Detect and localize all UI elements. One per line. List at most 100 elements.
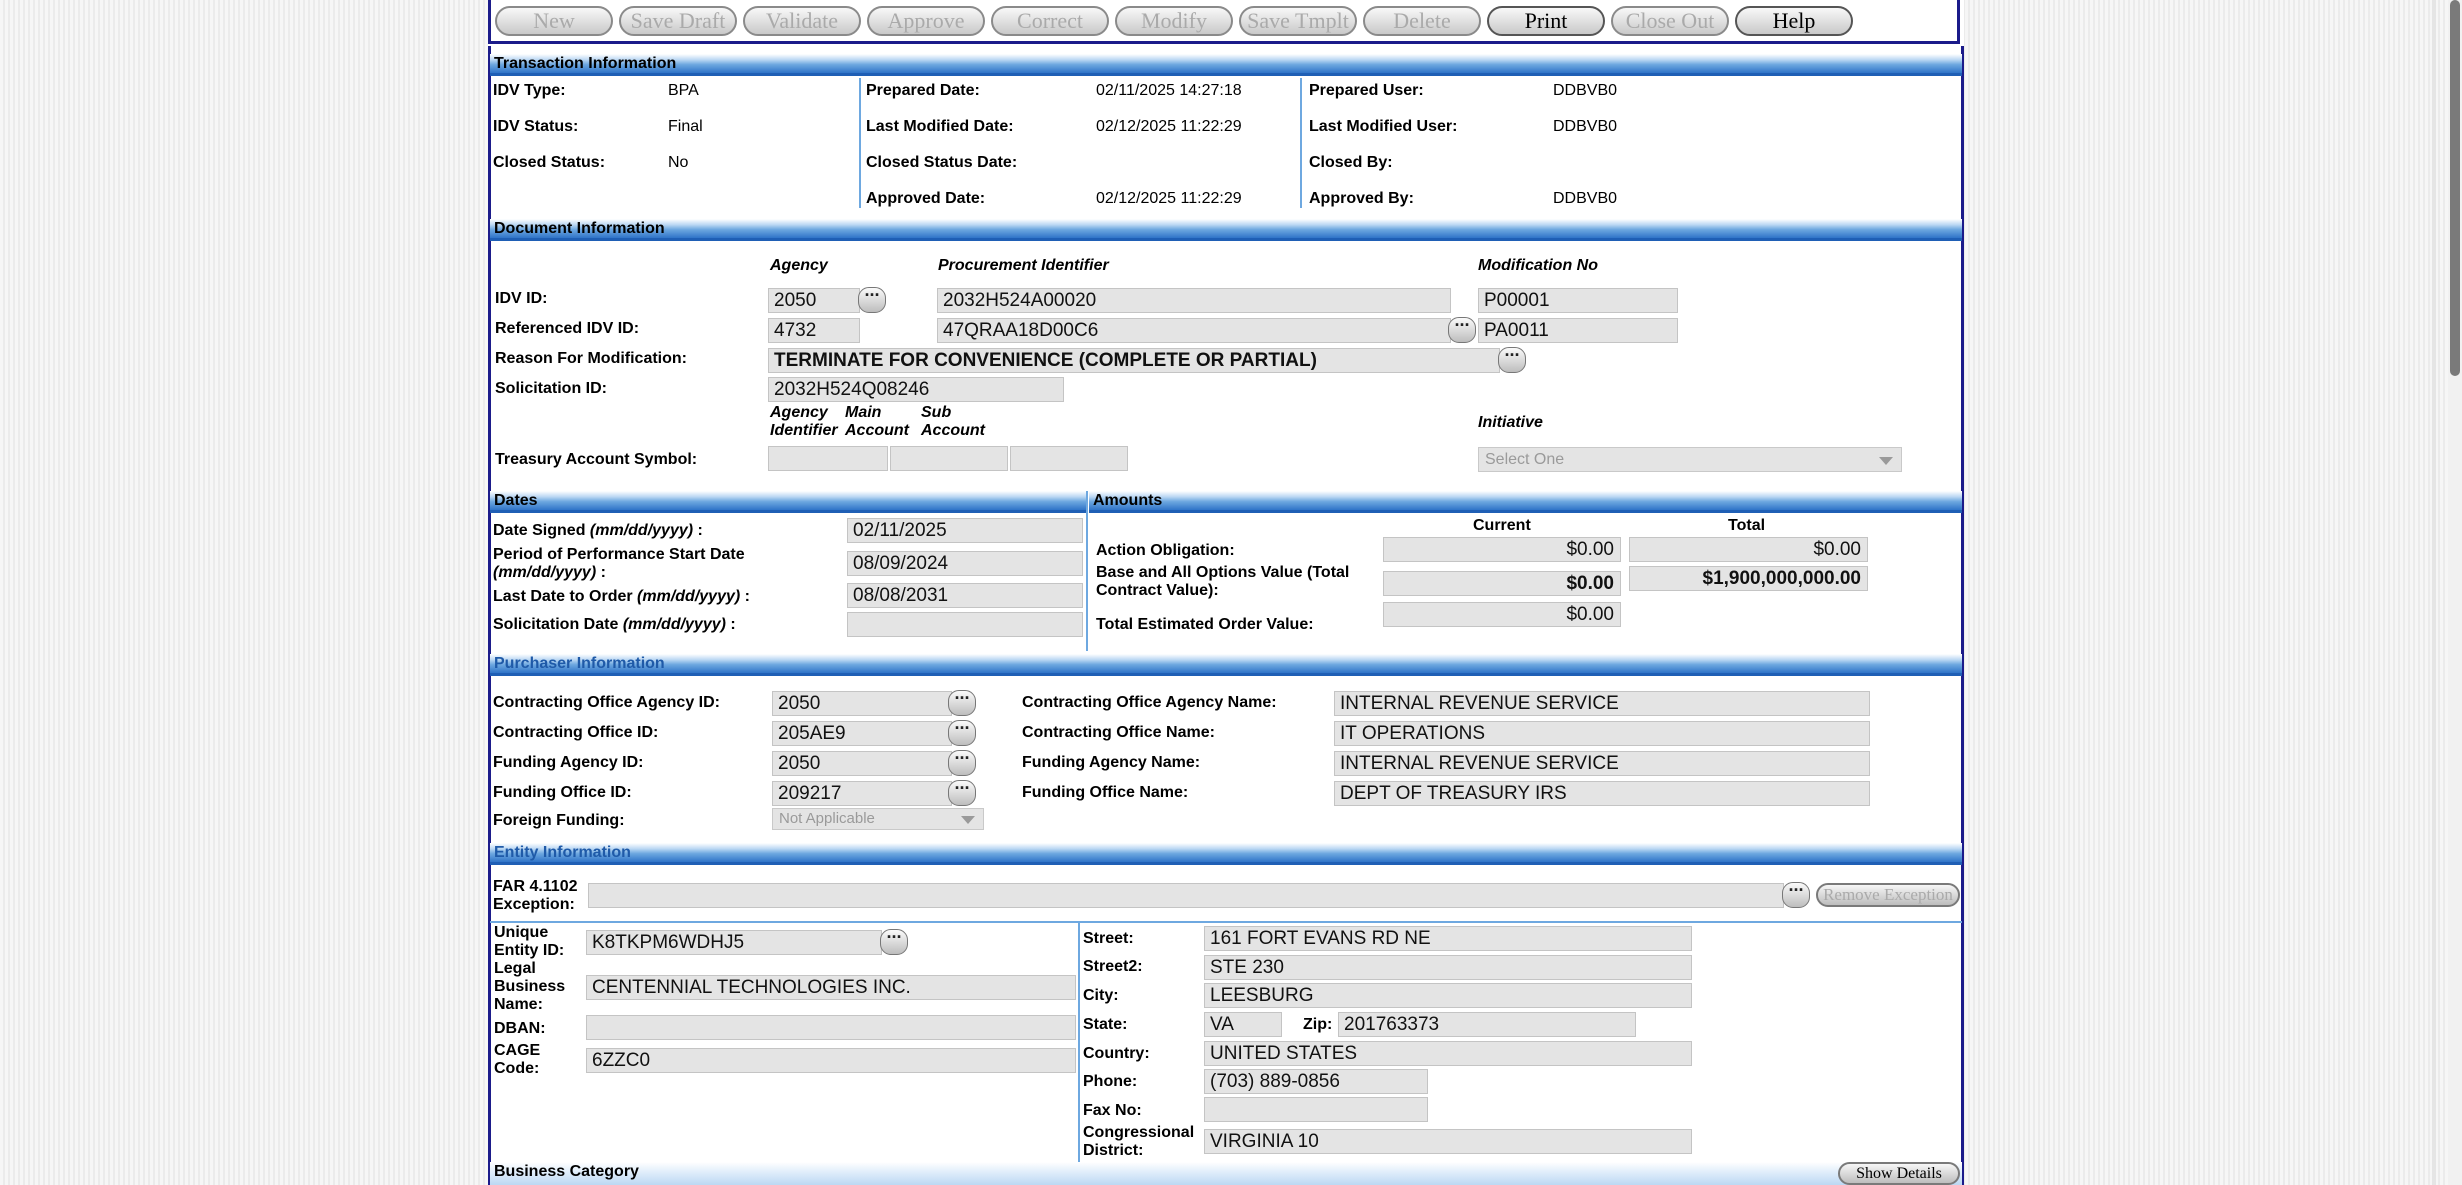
base-options-total-field[interactable]: $1,900,000,000.00 bbox=[1629, 566, 1868, 591]
tas-main-account-field[interactable] bbox=[890, 446, 1008, 471]
funding-office-id-label: Funding Office ID: bbox=[493, 784, 632, 801]
closed-by-label: Closed By: bbox=[1309, 154, 1393, 171]
idv-modification-no-field[interactable]: P00001 bbox=[1478, 288, 1678, 313]
remove-exception-button[interactable]: Remove Exception bbox=[1816, 883, 1960, 907]
street-field[interactable]: 161 FORT EVANS RD NE bbox=[1204, 926, 1692, 951]
zip-field[interactable]: 201763373 bbox=[1338, 1012, 1636, 1037]
save-draft-button[interactable]: Save Draft bbox=[619, 6, 737, 36]
approved-date-label: Approved Date: bbox=[866, 190, 986, 207]
tas-agency-identifier-field[interactable] bbox=[768, 446, 888, 471]
modify-button[interactable]: Modify bbox=[1115, 6, 1233, 36]
cage-code-field[interactable]: 6ZZC0 bbox=[586, 1048, 1076, 1073]
last-date-to-order-field[interactable]: 08/08/2031 bbox=[847, 583, 1083, 608]
tas-main-account-header-2: Account bbox=[845, 422, 909, 439]
idv-status-value: Final bbox=[668, 118, 703, 135]
city-field[interactable]: LEESBURG bbox=[1204, 983, 1692, 1008]
far-exception-lookup-button[interactable]: ··· bbox=[1782, 881, 1810, 908]
last-modified-user-label: Last Modified User: bbox=[1309, 118, 1458, 135]
dban-label: DBAN: bbox=[494, 1020, 546, 1037]
co-id-field[interactable]: 205AE9 bbox=[772, 721, 952, 746]
country-label: Country: bbox=[1083, 1045, 1150, 1062]
uei-lookup-button[interactable]: ··· bbox=[880, 928, 908, 955]
uei-field[interactable]: K8TKPM6WDHJ5 bbox=[586, 930, 882, 955]
toolbar: New Save Draft Validate Approve Correct … bbox=[488, 0, 1960, 44]
scrollbar-thumb[interactable] bbox=[2450, 0, 2460, 376]
foreign-funding-select[interactable]: Not Applicable bbox=[772, 808, 984, 830]
funding-office-id-field[interactable]: 209217 bbox=[772, 781, 952, 806]
legal-business-name-label-3: Name: bbox=[494, 996, 543, 1013]
co-id-label: Contracting Office ID: bbox=[493, 724, 659, 741]
initiative-select[interactable]: Select One bbox=[1478, 447, 1902, 472]
save-template-button[interactable]: Save Tmplt bbox=[1239, 6, 1357, 36]
help-button[interactable]: Help bbox=[1735, 6, 1853, 36]
procurement-id-column-header: Procurement Identifier bbox=[938, 257, 1109, 274]
tas-agency-identifier-header-2: Identifier bbox=[770, 422, 838, 439]
print-button[interactable]: Print bbox=[1487, 6, 1605, 36]
congressional-district-field[interactable]: VIRGINIA 10 bbox=[1204, 1129, 1692, 1154]
purchaser-header: Purchaser Information bbox=[490, 654, 1962, 676]
action-obligation-total-field[interactable]: $0.00 bbox=[1629, 537, 1868, 562]
tas-sub-account-field[interactable] bbox=[1010, 446, 1128, 471]
entity-header: Entity Information bbox=[490, 843, 1962, 865]
last-modified-user-value: DDBVB0 bbox=[1553, 118, 1618, 135]
funding-agency-id-label: Funding Agency ID: bbox=[493, 754, 644, 771]
co-agency-name-field[interactable]: INTERNAL REVENUE SERVICE bbox=[1334, 691, 1870, 716]
funding-office-id-lookup-button[interactable]: ··· bbox=[948, 779, 976, 806]
dban-field[interactable] bbox=[586, 1015, 1076, 1040]
transaction-separator-2 bbox=[1300, 78, 1302, 208]
reason-lookup-button[interactable]: ··· bbox=[1498, 346, 1526, 373]
idv-procurement-id-field[interactable]: 2032H524A00020 bbox=[937, 288, 1451, 313]
fax-field[interactable] bbox=[1204, 1097, 1428, 1122]
idv-agency-lookup-button[interactable]: ··· bbox=[858, 286, 886, 313]
funding-agency-id-field[interactable]: 2050 bbox=[772, 751, 952, 776]
phone-field[interactable]: (703) 889-0856 bbox=[1204, 1069, 1428, 1094]
new-button[interactable]: New bbox=[495, 6, 613, 36]
co-agency-id-label: Contracting Office Agency ID: bbox=[493, 694, 720, 711]
date-signed-field[interactable]: 02/11/2025 bbox=[847, 518, 1083, 543]
action-obligation-current-field[interactable]: $0.00 bbox=[1383, 537, 1621, 562]
closed-status-value: No bbox=[668, 154, 689, 171]
funding-agency-name-field[interactable]: INTERNAL REVENUE SERVICE bbox=[1334, 751, 1870, 776]
tas-sub-account-header-1: Sub bbox=[921, 404, 952, 421]
pop-start-field[interactable]: 08/09/2024 bbox=[847, 551, 1083, 576]
co-agency-id-field[interactable]: 2050 bbox=[772, 691, 952, 716]
referenced-agency-field[interactable]: 4732 bbox=[768, 318, 860, 343]
state-field[interactable]: VA bbox=[1204, 1012, 1282, 1037]
delete-button[interactable]: Delete bbox=[1363, 6, 1481, 36]
tas-sub-account-header-2: Account bbox=[921, 422, 985, 439]
far-exception-field[interactable] bbox=[588, 883, 1784, 908]
pop-start-format-label: (mm/dd/yyyy) : bbox=[493, 564, 606, 581]
referenced-procurement-id-field[interactable]: 47QRAA18D00C6 bbox=[937, 318, 1451, 343]
phone-label: Phone: bbox=[1083, 1073, 1138, 1090]
co-id-lookup-button[interactable]: ··· bbox=[948, 719, 976, 746]
prepared-date-label: Prepared Date: bbox=[866, 82, 980, 99]
idv-agency-field[interactable]: 2050 bbox=[768, 288, 860, 313]
base-options-current-field[interactable]: $0.00 bbox=[1383, 571, 1621, 596]
funding-agency-id-lookup-button[interactable]: ··· bbox=[948, 749, 976, 776]
base-options-label-1: Base and All Options Value (Total bbox=[1096, 564, 1350, 581]
close-out-button[interactable]: Close Out bbox=[1611, 6, 1729, 36]
show-details-button[interactable]: Show Details bbox=[1838, 1162, 1960, 1185]
co-agency-id-lookup-button[interactable]: ··· bbox=[948, 689, 976, 716]
reason-for-modification-field[interactable]: TERMINATE FOR CONVENIENCE (COMPLETE OR P… bbox=[768, 348, 1500, 373]
approve-button[interactable]: Approve bbox=[867, 6, 985, 36]
total-column-header: Total bbox=[1728, 517, 1766, 534]
street2-field[interactable]: STE 230 bbox=[1204, 955, 1692, 980]
legal-business-name-field[interactable]: CENTENNIAL TECHNOLOGIES INC. bbox=[586, 975, 1076, 1000]
referenced-idv-lookup-button[interactable]: ··· bbox=[1448, 316, 1476, 343]
validate-button[interactable]: Validate bbox=[743, 6, 861, 36]
modification-no-column-header: Modification No bbox=[1478, 257, 1598, 274]
foreign-funding-select-value: Not Applicable bbox=[779, 810, 875, 827]
co-name-field[interactable]: IT OPERATIONS bbox=[1334, 721, 1870, 746]
total-estimated-current-field[interactable]: $0.00 bbox=[1383, 602, 1621, 627]
country-field[interactable]: UNITED STATES bbox=[1204, 1041, 1692, 1066]
referenced-modification-no-field[interactable]: PA0011 bbox=[1478, 318, 1678, 343]
fax-label: Fax No: bbox=[1083, 1102, 1142, 1119]
funding-office-name-field[interactable]: DEPT OF TREASURY IRS bbox=[1334, 781, 1870, 806]
correct-button[interactable]: Correct bbox=[991, 6, 1109, 36]
solicitation-date-field[interactable] bbox=[847, 612, 1083, 637]
approved-by-value: DDBVB0 bbox=[1553, 190, 1618, 207]
page-divider bbox=[2432, 0, 2436, 1185]
solicitation-id-field[interactable]: 2032H524Q08246 bbox=[768, 377, 1064, 402]
co-name-label: Contracting Office Name: bbox=[1022, 724, 1215, 741]
